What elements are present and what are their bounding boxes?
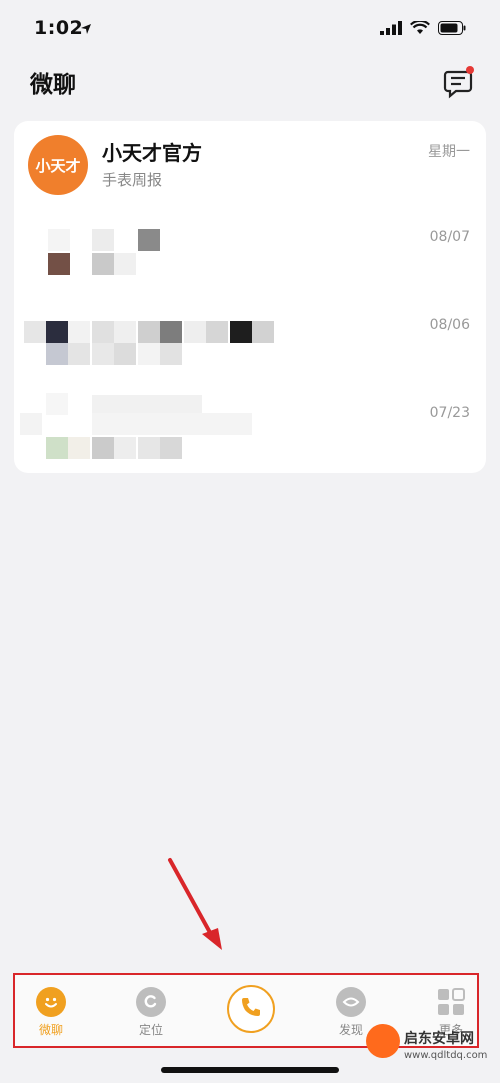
chat-time: 08/07: [429, 229, 470, 245]
wifi-icon: [410, 19, 430, 39]
header: 微聊: [0, 60, 500, 110]
watermark-url: www.qdltdq.com: [404, 1050, 488, 1061]
page-title: 微聊: [30, 72, 76, 98]
watermark: 启东安卓网 www.qdltdq.com: [366, 1020, 496, 1080]
home-indicator[interactable]: [161, 1067, 339, 1073]
pixelated-block: [160, 321, 182, 343]
tab-chat[interactable]: 微聊: [21, 983, 81, 1043]
notification-dot: [466, 66, 474, 74]
pixelated-block: [68, 343, 90, 365]
pixelated-block: [20, 413, 42, 435]
signal-icon: [380, 20, 402, 39]
chat-item[interactable]: 08/07: [14, 209, 486, 297]
pixelated-block: [92, 229, 114, 251]
message-list-icon: [442, 70, 476, 104]
pixelated-block: [92, 343, 114, 365]
pixelated-block: [92, 437, 114, 459]
chat-list: 小天才 小天才官方 手表周报 星期一 08/07 08/06 07/23: [14, 121, 486, 473]
annotation-arrow-icon: [150, 850, 240, 964]
pixelated-block: [114, 343, 136, 365]
grid-icon: [436, 987, 466, 1017]
pixelated-block: [48, 229, 70, 251]
smile-icon: [36, 987, 66, 1017]
chat-time: 08/06: [429, 317, 470, 333]
pixelated-block: [114, 437, 136, 459]
tab-label: 定位: [138, 1023, 163, 1037]
status-icons: [380, 19, 466, 39]
pixelated-block: [92, 413, 252, 435]
pixelated-block: [46, 321, 68, 343]
pixelated-block: [138, 321, 160, 343]
pixelated-block: [92, 321, 114, 343]
pixelated-block: [24, 321, 46, 343]
pixelated-block: [230, 321, 252, 343]
tab-label: 微聊: [38, 1023, 63, 1037]
chat-name: 小天才官方: [102, 141, 202, 165]
pixelated-block: [114, 253, 136, 275]
pixelated-block: [46, 393, 68, 415]
location-arrow-icon: [80, 20, 92, 39]
discover-icon: [336, 987, 366, 1017]
pixelated-block: [68, 437, 90, 459]
pixelated-block: [160, 437, 182, 459]
compose-button[interactable]: [442, 66, 476, 100]
pixelated-block: [206, 321, 228, 343]
pixelated-block: [160, 343, 182, 365]
status-bar: 1:02: [0, 0, 500, 60]
pixelated-block: [46, 343, 68, 365]
battery-icon: [438, 20, 466, 39]
chat-subtitle: 手表周报: [102, 171, 163, 189]
watermark-logo-icon: [366, 1024, 400, 1058]
chat-item-official[interactable]: 小天才 小天才官方 手表周报 星期一: [14, 121, 486, 209]
location-icon: [136, 987, 166, 1017]
phone-icon: [239, 995, 263, 1023]
watermark-title: 启东安卓网: [404, 1031, 474, 1047]
pixelated-block: [138, 343, 160, 365]
pixelated-block: [92, 253, 114, 275]
pixelated-block: [184, 321, 206, 343]
pixelated-block: [68, 321, 90, 343]
pixelated-block: [48, 253, 70, 275]
chat-item[interactable]: 08/06: [14, 297, 486, 385]
pixelated-block: [138, 229, 160, 251]
chat-item[interactable]: 07/23: [14, 385, 486, 473]
chat-time: 07/23: [429, 405, 470, 421]
pixelated-block: [46, 437, 68, 459]
tab-location[interactable]: 定位: [121, 983, 181, 1043]
pixelated-block: [138, 437, 160, 459]
status-time: 1:02: [34, 17, 84, 39]
pixelated-block: [114, 321, 136, 343]
avatar: 小天才: [28, 135, 88, 195]
call-button[interactable]: [227, 985, 275, 1033]
pixelated-block: [252, 321, 274, 343]
chat-time: 星期一: [428, 144, 470, 160]
